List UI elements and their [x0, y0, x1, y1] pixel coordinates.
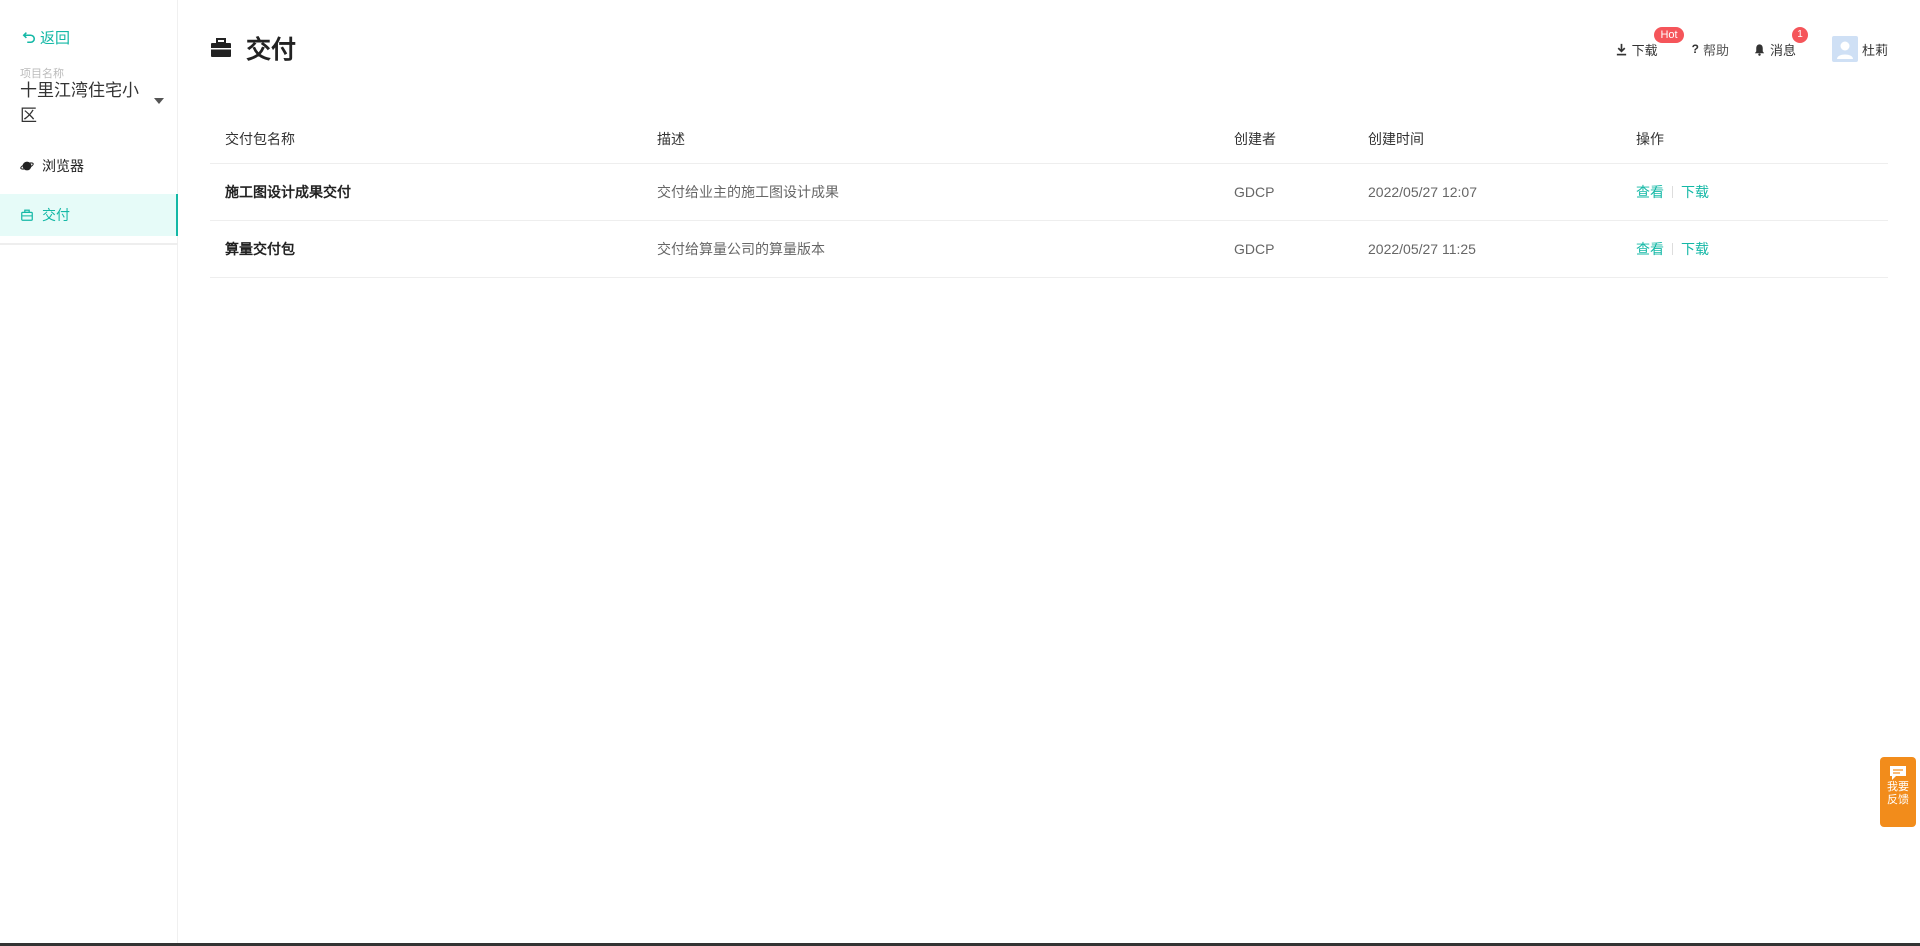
download-icon [1616, 43, 1626, 55]
cell-time: 2022/05/27 12:07 [1368, 184, 1477, 200]
back-link[interactable]: 返回 [22, 26, 70, 48]
page-title-text: 交付 [246, 36, 297, 64]
download-label: 下载 [1631, 42, 1658, 58]
project-select[interactable]: 十里江湾住宅小区 [20, 81, 170, 125]
column-header-time: 创建时间 [1368, 131, 1424, 147]
cell-desc: 交付给算量公司的算量版本 [657, 241, 825, 257]
undo-icon [22, 32, 36, 44]
cell-name: 施工图设计成果交付 [225, 184, 351, 200]
sidebar-item-label: 浏览器 [42, 158, 84, 174]
cell-desc: 交付给业主的施工图设计成果 [657, 184, 839, 200]
action-divider [1672, 243, 1673, 255]
back-label: 返回 [40, 29, 71, 47]
help-label: 帮助 [1702, 42, 1729, 58]
hot-badge: Hot [1654, 26, 1684, 43]
avatar [1831, 36, 1858, 62]
column-header-desc: 描述 [657, 131, 685, 147]
user-name: 杜莉 [1861, 42, 1888, 58]
table-header: 交付包名称 描述 创建者 创建时间 操作 [210, 115, 1888, 164]
messages-button[interactable]: 消息 1 [1753, 26, 1808, 59]
help-button[interactable]: ? 帮助 [1692, 40, 1729, 59]
message-count-badge: 1 [1791, 26, 1808, 43]
column-header-creator: 创建者 [1234, 131, 1276, 147]
question-icon: ? [1691, 42, 1699, 56]
column-header-actions: 操作 [1636, 131, 1664, 147]
table-row: 算量交付包 交付给算量公司的算量版本 GDCP 2022/05/27 11:25… [210, 221, 1888, 278]
sidebar-item-browser[interactable]: 浏览器 [0, 145, 178, 187]
column-header-name: 交付包名称 [225, 131, 295, 147]
top-toolbar: 下载 Hot ? 帮助 消息 1 杜莉 [1615, 26, 1888, 64]
feedback-label: 我要反馈 [1887, 781, 1909, 806]
table-row: 施工图设计成果交付 交付给业主的施工图设计成果 GDCP 2022/05/27 … [210, 164, 1888, 221]
view-link[interactable]: 查看 [1636, 239, 1664, 259]
cell-creator: GDCP [1234, 184, 1275, 200]
sidebar-divider [0, 243, 178, 245]
delivery-table: 交付包名称 描述 创建者 创建时间 操作 施工图设计成果交付 交付给业主的施工图… [210, 115, 1888, 278]
download-link[interactable]: 下载 [1681, 182, 1709, 202]
user-avatar-icon [1836, 41, 1853, 59]
action-divider [1672, 186, 1673, 198]
bell-icon [1754, 43, 1765, 56]
cell-actions: 查看 下载 [1621, 182, 1888, 202]
sidebar-item-label: 交付 [42, 207, 70, 223]
view-link[interactable]: 查看 [1636, 182, 1664, 202]
project-name: 十里江湾住宅小区 [20, 81, 139, 125]
download-button[interactable]: 下载 Hot [1615, 26, 1684, 59]
chat-icon [1890, 766, 1906, 780]
sidebar: 返回 项目名称 十里江湾住宅小区 浏览器 交付 [0, 0, 178, 946]
app-root: 返回 项目名称 十里江湾住宅小区 浏览器 交付 交付 下载 Hot ? 帮助 消… [0, 0, 1920, 946]
user-menu[interactable]: 杜莉 [1831, 36, 1888, 62]
cell-creator: GDCP [1234, 241, 1275, 257]
sidebar-item-delivery[interactable]: 交付 [0, 194, 178, 236]
caret-down-icon [154, 98, 164, 104]
messages-label: 消息 [1769, 42, 1796, 58]
cell-name: 算量交付包 [225, 241, 295, 257]
download-link[interactable]: 下载 [1681, 239, 1709, 259]
feedback-button[interactable]: 我要反馈 [1880, 757, 1916, 827]
page-title: 交付 [210, 30, 296, 66]
briefcase-icon [211, 38, 231, 57]
main-content: 交付 下载 Hot ? 帮助 消息 1 杜莉 交付包名称 描述 创建者 创建时间… [178, 0, 1920, 946]
sidebar-nav: 浏览器 交付 [0, 145, 178, 243]
briefcase-icon [21, 209, 33, 221]
cell-actions: 查看 下载 [1621, 239, 1888, 259]
planet-icon [20, 161, 34, 171]
cell-time: 2022/05/27 11:25 [1368, 241, 1476, 257]
